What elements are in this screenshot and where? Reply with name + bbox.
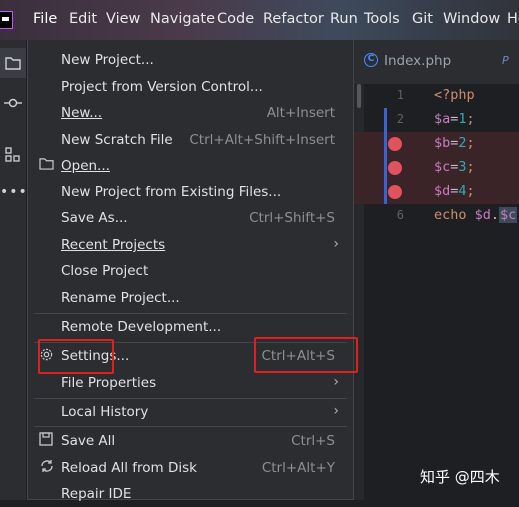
menu-tools[interactable]: Tools (364, 11, 400, 27)
code-line: $c=3; (354, 156, 519, 180)
menu-item-label: New... (61, 105, 103, 121)
menu-help[interactable]: He (507, 11, 519, 27)
tool-window-strip: ••• (0, 40, 27, 500)
menu-item-local-history[interactable]: Local History › (28, 399, 353, 425)
menu-item-shortcut: Ctrl+Alt+Y (261, 460, 335, 476)
menu-item-label: Rename Project... (61, 290, 180, 306)
menu-item-project-from-vcs[interactable]: Project from Version Control... (28, 74, 353, 100)
menu-item-new-scratch-file[interactable]: New Scratch File Ctrl+Alt+Shift+Insert (28, 127, 353, 153)
menu-item-shortcut: Ctrl+S (291, 433, 335, 449)
menu-item-close-project[interactable]: Close Project (28, 258, 353, 284)
save-icon (39, 432, 55, 448)
php-class-icon: C (364, 53, 378, 67)
annotation-box-shortcut (254, 337, 358, 373)
change-marker (384, 132, 387, 156)
code-text: $b=2; (434, 135, 475, 151)
menu-item-save-all[interactable]: Save All Ctrl+S (28, 428, 353, 454)
change-marker (384, 108, 387, 132)
menu-item-repair-ide[interactable]: Repair IDE (28, 481, 353, 507)
code-text: $d=4; (434, 183, 475, 199)
menu-item-label: New Project from Existing Files... (61, 184, 282, 200)
structure-icon[interactable] (0, 140, 26, 170)
watermark: 知乎 @四木 (420, 468, 500, 486)
menu-item-open[interactable]: Open... (28, 153, 353, 179)
menu-item-new-project-existing[interactable]: New Project from Existing Files... (28, 179, 353, 205)
file-menu-dropdown: New Project... Project from Version Cont… (27, 40, 354, 502)
breakpoint-icon[interactable] (388, 137, 402, 151)
menu-item-label: Save All (61, 433, 116, 449)
code-line: 2 $a=1; (354, 108, 519, 132)
chevron-right-icon: › (333, 374, 339, 390)
change-marker (384, 180, 387, 204)
menu-item-recent-projects[interactable]: Recent Projects › (28, 232, 353, 258)
menu-item-label: Project from Version Control... (61, 79, 263, 95)
line-number: 1 (396, 88, 404, 102)
menu-item-label: File Properties (61, 375, 157, 391)
more-tools-icon[interactable]: ••• (0, 178, 27, 208)
breakpoint-icon[interactable] (388, 161, 402, 175)
line-number: 2 (396, 112, 404, 126)
line-number: 6 (396, 208, 404, 222)
menu-item-new-project[interactable]: New Project... (28, 47, 353, 73)
menu-file[interactable]: File (26, 2, 64, 37)
menu-git[interactable]: Git (412, 11, 433, 27)
chevron-right-icon: › (333, 403, 339, 419)
main-menu-bar: File Edit View Navigate Code Refactor Ru… (0, 0, 519, 40)
annotation-box-settings (38, 339, 114, 374)
menu-edit[interactable]: Edit (69, 11, 97, 27)
menu-item-label: Save As... (61, 210, 128, 226)
code-line: 6 echo $d.$c (354, 204, 519, 228)
menu-run[interactable]: Run (330, 11, 358, 27)
reload-icon (39, 459, 55, 475)
menu-item-label: Reload All from Disk (61, 460, 197, 476)
menu-window[interactable]: Window (443, 11, 500, 27)
code-text: echo $d.$c (434, 207, 518, 223)
folder-icon (39, 157, 55, 173)
breakpoint-icon[interactable] (388, 185, 402, 199)
menu-item-label: New Scratch File (61, 132, 173, 148)
menu-refactor[interactable]: Refactor (263, 11, 324, 27)
menu-navigate[interactable]: Navigate (150, 11, 215, 27)
change-marker (384, 156, 387, 180)
menu-separator (34, 426, 347, 427)
project-folder-icon[interactable] (0, 48, 26, 78)
menu-item-label: Open... (61, 158, 110, 174)
menu-item-label: Close Project (61, 263, 149, 279)
app-logo-icon[interactable] (0, 11, 13, 29)
commit-icon[interactable] (0, 88, 26, 118)
menu-item-label: Recent Projects (61, 237, 166, 253)
code-line: 1 <?php (354, 84, 519, 108)
chevron-right-icon: › (333, 236, 339, 252)
menu-item-shortcut: Ctrl+Shift+S (249, 210, 335, 226)
editor-tab-bar: C Index.php P (354, 40, 519, 85)
tab-index-php[interactable]: Index.php (384, 53, 451, 69)
menu-item-shortcut: Ctrl+Alt+Shift+Insert (189, 132, 335, 148)
menu-item-label: New Project... (61, 52, 154, 68)
menu-item-label: Remote Development... (61, 319, 222, 335)
tab-next[interactable]: P (502, 54, 509, 67)
menu-item-reload-all[interactable]: Reload All from Disk Ctrl+Alt+Y (28, 455, 353, 481)
code-line: $b=2; (354, 132, 519, 156)
menu-item-shortcut: Alt+Insert (266, 105, 335, 121)
menu-view[interactable]: View (106, 11, 140, 27)
menu-item-save-as[interactable]: Save As... Ctrl+Shift+S (28, 205, 353, 231)
code-line: $d=4; (354, 180, 519, 204)
menu-item-rename-project[interactable]: Rename Project... (28, 285, 353, 311)
code-text: $a=1; (434, 111, 475, 127)
code-text: $c=3; (434, 159, 475, 175)
menu-code[interactable]: Code (217, 11, 254, 27)
menu-item-label: Local History (61, 404, 149, 420)
menu-item-new[interactable]: New... Alt+Insert (28, 100, 353, 126)
code-editor[interactable]: 1 <?php 2 $a=1; $b=2; $c=3; $d=4; 6 echo… (354, 84, 519, 500)
code-text: <?php (434, 87, 475, 103)
